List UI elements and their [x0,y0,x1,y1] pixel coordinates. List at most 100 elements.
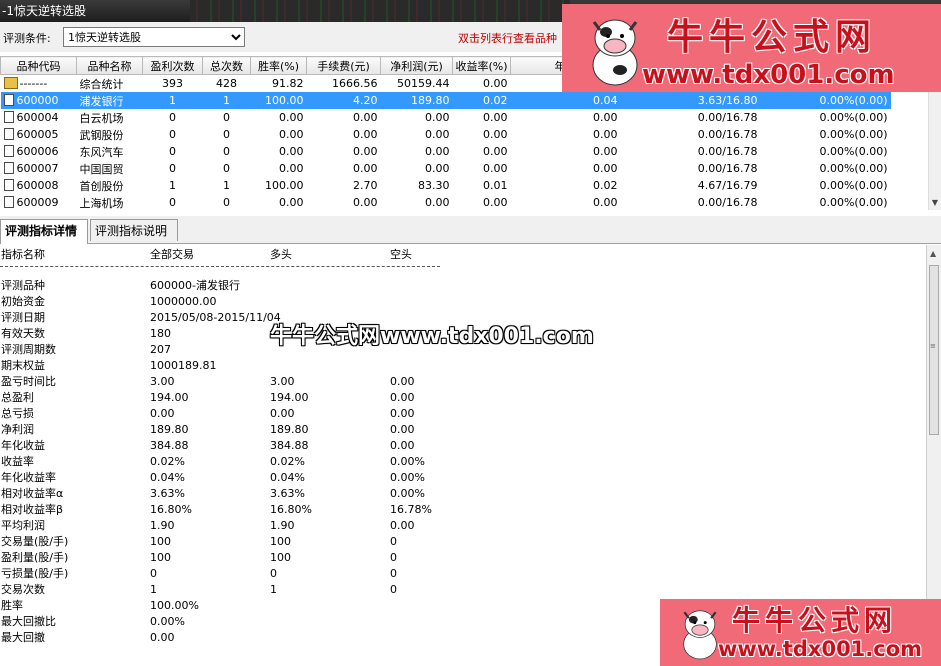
cell-text: 综合统计 [79,77,124,91]
all-trades-value: 194.00 [150,391,189,404]
document-icon [3,196,14,208]
cell-text: 0.00 [483,145,508,158]
cell-text: 0.00%(0.00) [819,145,888,158]
metric-name: 交易量(股/手) [1,535,69,548]
table-row[interactable]: 600008 首创股份 1 1 100.00 2.70 83.30 0.01 0.02 4.67/… [1,177,891,194]
cell-text: 600006 [16,145,59,158]
short-value: 0.00 [390,375,415,388]
cell-code: 600005 [1,126,77,143]
cell-text: 0 [169,196,176,209]
cell-text: 600007 [16,162,59,175]
col-header-return[interactable]: 收益率(%) [452,56,511,75]
cell-total-count: 0 [203,143,251,160]
all-trades-value: 0.02% [150,455,185,468]
all-trades-value: 189.80 [150,423,189,436]
condition-select[interactable]: 1惊天逆转选股 [63,27,245,47]
cell-total-count: 0 [203,160,251,177]
table-row[interactable]: 600009 上海机场 0 0 0.00 0.00 0.00 0.00 0.00 0.00/16.… [1,194,891,211]
metric-name: 盈亏时间比 [1,375,56,388]
col-header-win[interactable]: 盈利次数 [142,56,203,75]
table-row[interactable]: 600007 中国国贸 0 0 0.00 0.00 0.00 0.00 0.00 0.00/16.… [1,160,891,177]
filter-label: 评测条件: [3,32,51,45]
cell-fee: 4.20 [306,92,381,109]
cell-win-rate: 0.00 [251,160,307,177]
scroll-up-icon[interactable]: ▲ [930,249,936,258]
col-header-name[interactable]: 品种名称 [76,56,143,75]
all-trades-value: 1000000.00 [150,295,217,308]
cell-text: 4.20 [353,94,378,107]
cell-text: 0.02 [483,94,508,107]
cell-code: 600006 [1,143,77,160]
cell-text: 0 [223,145,230,158]
table-row[interactable]: 600004 白云机场 0 0 0.00 0.00 0.00 0.00 0.00 0.00/16.… [1,109,891,126]
detail-header-all: 全部交易 [150,248,194,261]
all-trades-value: 3.00 [150,375,175,388]
table-row[interactable]: 600006 东风汽车 0 0 0.00 0.00 0.00 0.00 0.00 0.00/16.… [1,143,891,160]
cell-total-count: 0 [203,194,251,211]
cell-relative-return: 0.00/16.78 [621,160,761,177]
all-trades-value: 0 [150,567,157,580]
cell-fee: 0.00 [307,109,381,126]
col-header-code[interactable]: 品种代码 [0,56,77,75]
cell-text: 1 [169,179,176,192]
logo-cn-text: 牛牛公式网 [667,16,878,58]
cell-text: 0 [223,162,230,175]
cell-text: 0.00/16.78 [697,111,758,124]
cell-text: 0.00%(0.00) [819,179,888,192]
cell-name: 白云机场 [77,109,143,126]
long-value: 384.88 [270,439,309,452]
cell-text: 0.00 [353,145,378,158]
all-trades-value: 1.90 [150,519,175,532]
tab-indicator-explanation[interactable]: 评测指标说明 [90,219,178,241]
short-value: 0 [390,567,397,580]
scroll-thumb[interactable] [929,265,939,435]
cell-text: 0.00/16.78 [697,128,758,141]
cell-return-rate: 0.00 [453,143,511,160]
cell-text: 189.80 [411,94,450,107]
table-row[interactable]: 600000 浦发银行 1 1 100.00 4.20 189.80 0.02 0.04 3.63… [0,92,891,109]
col-header-fee[interactable]: 手续费(元) [306,56,381,75]
cell-extra-value: 0.00%(0.00) [761,126,891,143]
cell-total-count: 0 [203,109,251,126]
logo-cn-text: 牛牛公式网 [732,604,898,637]
all-trades-value: 0.00% [150,615,185,628]
all-trades-value: 0.00 [150,631,175,644]
cell-text: 0.00 [279,145,304,158]
cell-text: 2.70 [353,179,378,192]
short-value: 16.78% [390,503,432,516]
metric-name: 总亏损 [1,407,34,420]
cell-net-profit: 0.00 [381,194,453,211]
table-row[interactable]: 600005 武钢股份 0 0 0.00 0.00 0.00 0.00 0.00 0.00/16.… [1,126,891,143]
cell-text: 上海机场 [79,196,124,210]
logo-banner-bottom: 牛牛公式网 www.tdx001.com [660,599,941,666]
metric-name: 平均利润 [1,519,45,532]
cell-text: 0.00 [483,111,508,124]
header-divider [0,266,440,267]
long-value: 0.02% [270,455,305,468]
cell-relative-return: 0.00/16.78 [621,126,761,143]
tab-indicator-details[interactable]: 评测指标详情 [0,219,88,244]
cell-text: 1666.56 [332,77,378,90]
cell-return-rate: 0.02 [452,92,511,109]
all-trades-value: 100 [150,551,171,564]
all-trades-value: 1000189.81 [150,359,217,372]
cell-annual-return: 0.00 [511,194,621,211]
all-trades-value: 100.00% [150,599,199,612]
col-header-profit[interactable]: 净利润(元) [380,56,453,75]
short-value: 0 [390,551,397,564]
cell-text: 83.30 [418,179,450,192]
cell-win-rate: 0.00 [251,109,307,126]
scroll-down-icon[interactable]: ▼ [929,198,941,210]
cell-text: 0.00 [425,111,450,124]
cell-text: 1 [169,94,176,107]
cell-relative-return: 0.00/16.78 [621,143,761,160]
cell-text: 0.00 [353,196,378,209]
metric-name: 总盈利 [1,391,34,404]
cell-name: 综合统计 [77,75,143,93]
document-icon [3,111,14,123]
cell-text: 首创股份 [79,179,124,193]
col-header-rate[interactable]: 胜率(%) [250,56,307,75]
short-value: 0.00 [390,439,415,452]
col-header-total[interactable]: 总次数 [202,56,251,75]
document-icon [3,179,14,191]
